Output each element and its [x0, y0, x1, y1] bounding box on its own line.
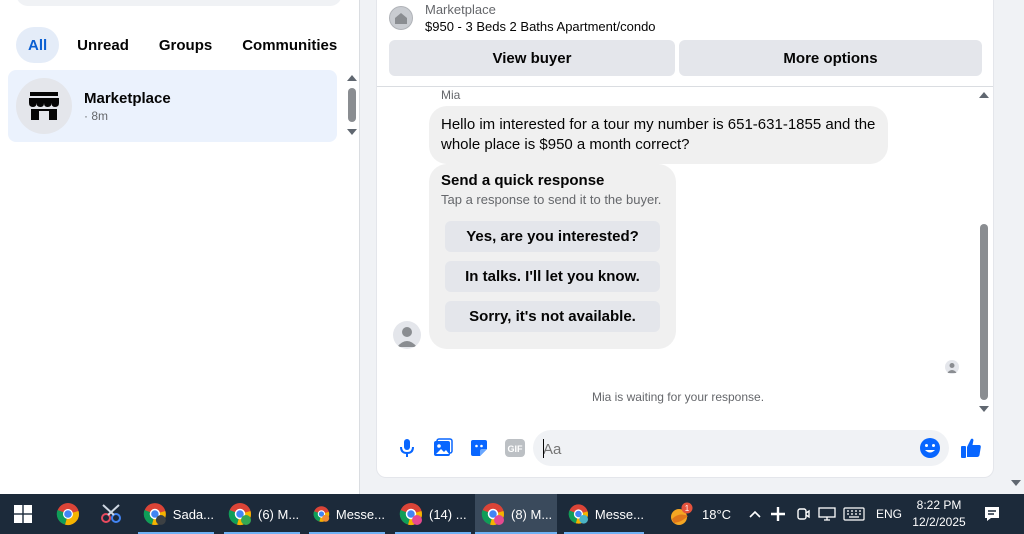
- text-caret: [543, 439, 544, 458]
- thumbs-up-icon[interactable]: [959, 436, 983, 460]
- sender-name: Mia: [441, 88, 461, 102]
- snipping-tool-icon: [101, 504, 121, 523]
- buyer-avatar[interactable]: [393, 321, 421, 349]
- taskbar-app-label: Sada...: [172, 506, 214, 522]
- keyboard-icon[interactable]: [843, 507, 865, 521]
- sidebar-scrollbar[interactable]: [346, 72, 358, 140]
- sticker-icon[interactable]: [461, 436, 497, 460]
- header-divider: [377, 86, 993, 87]
- message-composer[interactable]: [533, 430, 949, 466]
- language-indicator[interactable]: ENG: [876, 494, 902, 534]
- messenger-window: All Unread Groups Communities Marketplac…: [0, 0, 1024, 534]
- weather-temp: 18°C: [702, 506, 732, 522]
- network-icon[interactable]: [818, 507, 836, 521]
- taskbar-chrome[interactable]: [52, 494, 90, 534]
- weather-badge-count: 1: [685, 504, 690, 513]
- chrome-profile-icon: [481, 503, 504, 525]
- quick-reply-not-available[interactable]: Sorry, it's not available.: [445, 301, 660, 332]
- quick-response-card: Send a quick response Tap a response to …: [429, 164, 676, 349]
- chrome-profile-icon: [568, 504, 589, 524]
- conversation-name: Marketplace: [84, 89, 171, 107]
- taskbar-app-label: Messe...: [335, 506, 385, 522]
- filter-unread[interactable]: Unread: [65, 27, 141, 63]
- listing-header[interactable]: Marketplace $950 - 3 Beds 2 Baths Apartm…: [389, 0, 656, 36]
- read-receipt-avatar: [945, 360, 959, 374]
- quick-reply-yes[interactable]: Yes, are you interested?: [445, 221, 660, 252]
- taskbar-chrome-window-3[interactable]: Messe...: [309, 494, 385, 534]
- chat-scrollbar[interactable]: [977, 90, 991, 416]
- taskbar-app-label: Messe...: [594, 506, 644, 522]
- page-scroll-down-arrow-icon[interactable]: [1011, 480, 1021, 486]
- filter-all[interactable]: All: [16, 27, 60, 63]
- view-buyer-button[interactable]: View buyer: [389, 40, 675, 76]
- chrome-profile-icon: [228, 503, 251, 525]
- weather-icon: 1: [671, 502, 693, 525]
- composer-actions: GIF: [389, 436, 533, 460]
- notifications-icon[interactable]: [983, 505, 1001, 523]
- taskbar-app-label: (6) M...: [258, 506, 300, 522]
- taskbar-snipping-tool[interactable]: [96, 494, 132, 534]
- marketplace-avatar: [16, 78, 72, 134]
- system-clock[interactable]: 8:22 PM 12/2/2025: [904, 497, 974, 531]
- message-bubble: Hello im interested for a tour my number…: [429, 106, 888, 164]
- windows-taskbar: Sada... (6) M... Messe... (14) ... (8) M…: [0, 494, 1024, 534]
- waiting-status: Mia is waiting for your response.: [591, 390, 765, 404]
- taskbar-chrome-window-4[interactable]: (14) ...: [395, 494, 471, 534]
- chrome-profile-icon: [313, 506, 330, 522]
- conversation-time: · 8m: [84, 108, 108, 123]
- plus-icon[interactable]: [770, 506, 786, 522]
- gif-icon[interactable]: GIF: [497, 436, 533, 460]
- scroll-up-arrow-icon[interactable]: [347, 75, 357, 81]
- taskbar-chrome-window-5[interactable]: (8) M...: [475, 494, 557, 534]
- taskbar-app-label: (8) M...: [511, 506, 553, 522]
- chrome-profile-icon: [399, 503, 422, 525]
- conversation-marketplace[interactable]: Marketplace · 8m: [8, 70, 337, 142]
- chats-sidebar: All Unread Groups Communities Marketplac…: [0, 0, 360, 494]
- scroll-down-arrow-icon[interactable]: [347, 129, 357, 135]
- weather-widget[interactable]: 1 18°C: [668, 494, 731, 534]
- scroll-thumb[interactable]: [348, 88, 356, 122]
- listing-title: $950 - 3 Beds 2 Baths Apartment/condo: [425, 19, 656, 34]
- chevron-up-icon[interactable]: [748, 508, 762, 520]
- search-bar-edge[interactable]: [16, 0, 342, 6]
- chrome-profile-icon: [143, 503, 166, 525]
- emoji-icon[interactable]: [919, 437, 941, 459]
- person-icon: [947, 363, 957, 373]
- chrome-icon: [56, 503, 79, 525]
- filter-communities[interactable]: Communities: [230, 27, 349, 63]
- taskbar-chrome-window-6[interactable]: Messe...: [564, 494, 644, 534]
- scroll-down-arrow-icon[interactable]: [979, 406, 989, 412]
- chat-panel: Marketplace $950 - 3 Beds 2 Baths Apartm…: [376, 0, 994, 478]
- quick-reply-in-talks[interactable]: In talks. I'll let you know.: [445, 261, 660, 292]
- clock-date: 12/2/2025: [912, 515, 966, 529]
- storefront-icon: [29, 92, 59, 120]
- listing-thumbnail: [389, 6, 413, 30]
- house-icon: [395, 13, 407, 24]
- more-options-button[interactable]: More options: [679, 40, 982, 76]
- message-input[interactable]: [543, 439, 903, 459]
- svg-text:GIF: GIF: [508, 444, 524, 454]
- scroll-thumb[interactable]: [980, 224, 988, 400]
- listing-kind: Marketplace: [425, 2, 496, 17]
- chat-filters: All Unread Groups Communities: [16, 27, 349, 63]
- microphone-icon[interactable]: [389, 436, 425, 460]
- quick-response-subtitle: Tap a response to send it to the buyer.: [441, 192, 662, 207]
- clock-time: 8:22 PM: [916, 498, 962, 512]
- photo-icon[interactable]: [425, 436, 461, 460]
- taskbar-app-label: (14) ...: [429, 506, 467, 522]
- filter-groups[interactable]: Groups: [147, 27, 224, 63]
- taskbar-chrome-window-1[interactable]: Sada...: [138, 494, 214, 534]
- windows-start-icon[interactable]: [14, 505, 32, 523]
- person-icon: [397, 327, 417, 347]
- scroll-up-arrow-icon[interactable]: [979, 92, 989, 98]
- meet-now-icon[interactable]: [796, 506, 810, 522]
- taskbar-chrome-window-2[interactable]: (6) M...: [224, 494, 300, 534]
- quick-response-title: Send a quick response: [441, 172, 605, 189]
